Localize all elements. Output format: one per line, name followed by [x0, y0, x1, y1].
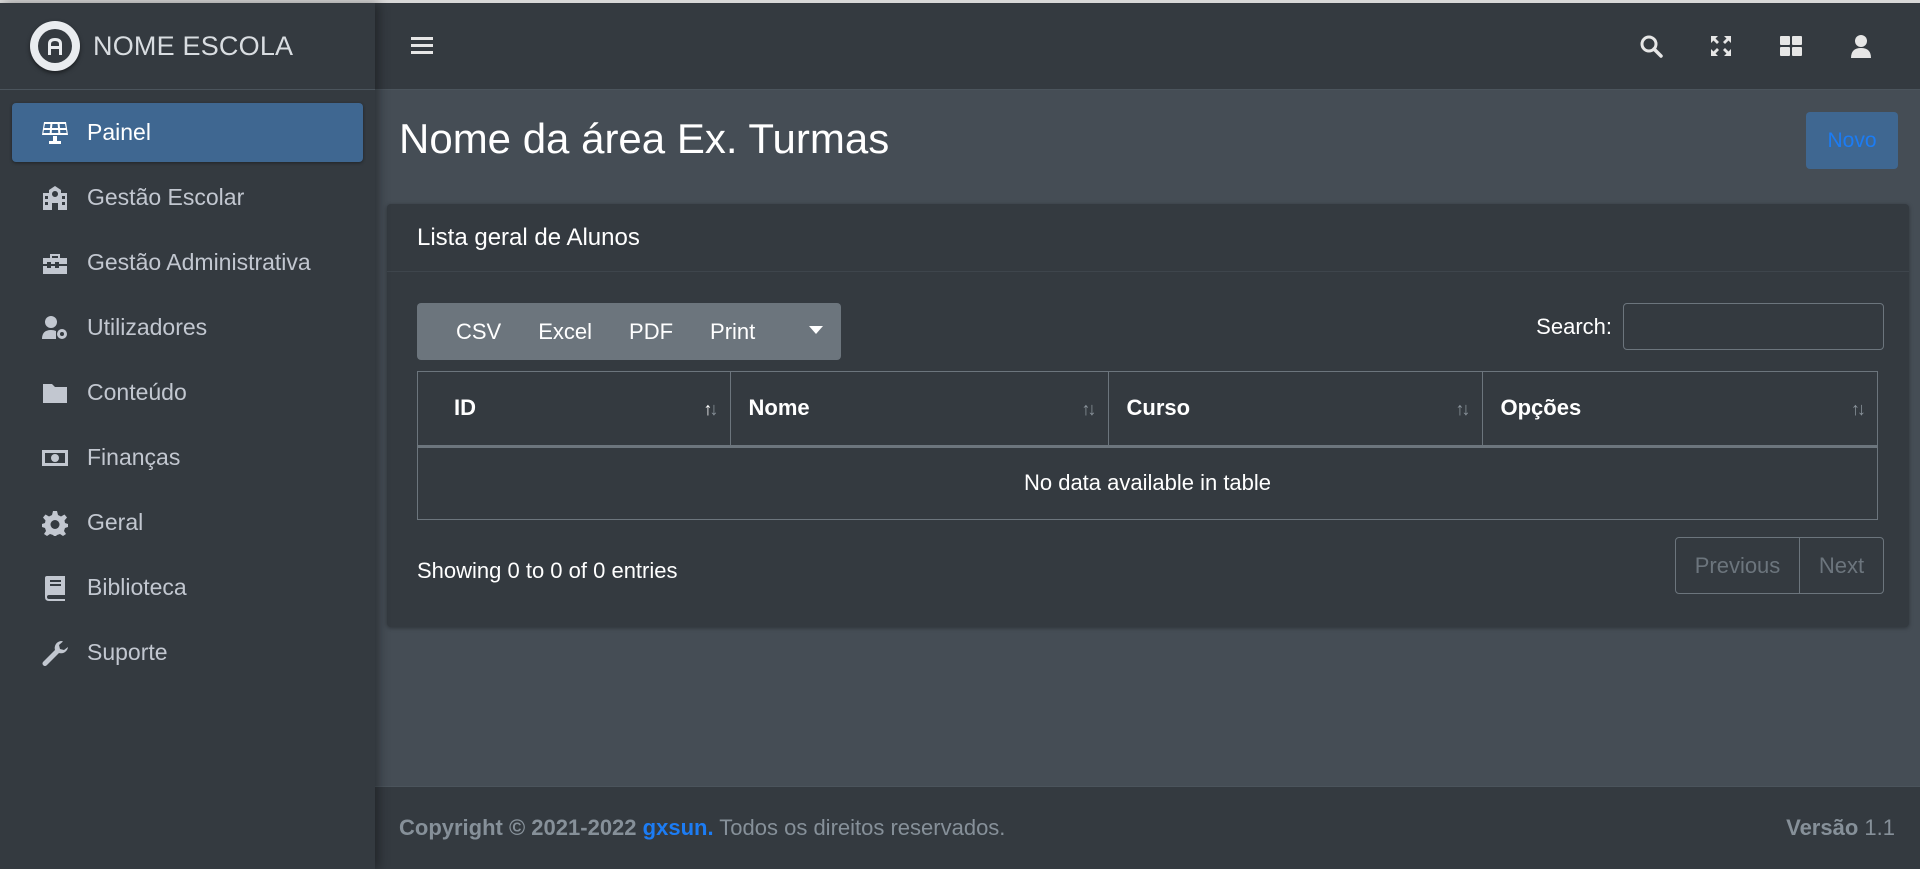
sidebar-item-gestao-escolar[interactable]: Gestão Escolar: [12, 168, 363, 227]
excel-button[interactable]: Excel: [538, 319, 592, 345]
sort-ascending-icon: ↑↓: [703, 399, 719, 419]
version-label: Versão: [1786, 815, 1859, 840]
gear-icon: [40, 510, 70, 536]
students-table: ID ↑↓ Nome ↑↓ Curso ↑↓ Opções ↑↓ No data…: [417, 371, 1878, 520]
column-header-nome[interactable]: Nome ↑↓: [730, 372, 1109, 448]
sidebar-item-conteudo[interactable]: Conteúdo: [12, 363, 363, 422]
fullscreen-icon[interactable]: [1686, 26, 1756, 66]
table-info: Showing 0 to 0 of 0 entries: [417, 558, 678, 583]
author-link[interactable]: gxsun.: [643, 815, 714, 840]
rights-text: Todos os direitos reservados.: [719, 815, 1006, 840]
grid-icon[interactable]: [1756, 26, 1826, 66]
column-label: Opções: [1500, 395, 1582, 421]
school-logo-icon: [30, 21, 80, 71]
sidebar-item-painel[interactable]: Painel: [12, 103, 363, 162]
empty-message: No data available in table: [1023, 470, 1272, 496]
card-title: Lista geral de Alunos: [387, 204, 1909, 272]
sidebar-item-label: Biblioteca: [87, 574, 187, 600]
solar-panel-icon: [40, 120, 70, 146]
sidebar-item-utilizadores[interactable]: Utilizadores: [12, 298, 363, 357]
pdf-button[interactable]: PDF: [629, 319, 673, 345]
sidebar-item-suporte[interactable]: Suporte: [12, 623, 363, 682]
csv-button[interactable]: CSV: [456, 319, 501, 345]
sort-icon: ↑↓: [1851, 399, 1866, 419]
sidebar-item-label: Conteúdo: [87, 379, 187, 405]
version-number: 1.1: [1864, 815, 1895, 840]
print-button[interactable]: Print: [710, 319, 755, 345]
book-icon: [40, 575, 70, 601]
sidebar: NOME ESCOLA Painel Gestão Escolar Gestão…: [0, 3, 375, 869]
export-button-group: CSV Excel PDF Print: [417, 303, 841, 360]
sidebar-item-label: Geral: [87, 509, 144, 535]
folder-icon: [40, 380, 70, 406]
column-header-curso[interactable]: Curso ↑↓: [1108, 372, 1483, 448]
sidebar-item-label: Gestão Administrativa: [87, 249, 311, 275]
sidebar-item-gestao-administrativa[interactable]: Gestão Administrativa: [12, 233, 363, 292]
table-row: No data available in table: [418, 446, 1877, 519]
sidebar-item-label: Finanças: [87, 444, 181, 470]
main-content: Nome da área Ex. Turmas Novo Lista geral…: [375, 90, 1920, 786]
brand[interactable]: NOME ESCOLA: [0, 3, 375, 90]
table-search: Search:: [1536, 303, 1884, 350]
sort-icon: ↑↓: [1455, 399, 1471, 419]
students-card: Lista geral de Alunos CSV Excel PDF Prin…: [387, 204, 1909, 627]
sidebar-item-label: Painel: [87, 119, 151, 145]
user-cog-icon: [40, 315, 70, 341]
brand-name: NOME ESCOLA: [93, 30, 294, 61]
column-label: Nome: [748, 395, 810, 421]
column-header-opcoes[interactable]: Opções ↑↓: [1482, 372, 1877, 448]
money-bill-icon: [40, 445, 70, 471]
search-label: Search:: [1536, 313, 1612, 339]
previous-button[interactable]: Previous: [1676, 538, 1800, 593]
top-navbar: [375, 3, 1920, 90]
wrench-icon: [40, 640, 70, 666]
copyright: Copyright © 2021-2022 gxsun. Todos os di…: [399, 815, 1005, 841]
toolbox-icon: [40, 250, 70, 276]
hamburger-menu-icon[interactable]: [410, 35, 436, 57]
sidebar-item-geral[interactable]: Geral: [12, 493, 363, 552]
sidebar-item-financas[interactable]: Finanças: [12, 428, 363, 487]
topbar-actions: [1616, 26, 1896, 66]
column-label: ID: [454, 395, 476, 421]
sidebar-item-biblioteca[interactable]: Biblioteca: [12, 558, 363, 617]
copyright-prefix: Copyright © 2021-2022: [399, 815, 637, 840]
column-header-id[interactable]: ID ↑↓: [418, 372, 731, 448]
footer: Copyright © 2021-2022 gxsun. Todos os di…: [375, 786, 1920, 869]
search-input[interactable]: [1623, 303, 1884, 350]
column-label: Curso: [1126, 395, 1191, 421]
caret-down-icon[interactable]: [809, 326, 823, 334]
search-icon[interactable]: [1616, 26, 1686, 66]
sidebar-item-label: Gestão Escolar: [87, 184, 245, 210]
pagination: Previous Next: [1675, 537, 1884, 594]
user-icon[interactable]: [1826, 26, 1896, 66]
sort-icon: ↑↓: [1081, 399, 1097, 419]
new-button[interactable]: Novo: [1806, 112, 1898, 169]
page-title: Nome da área Ex. Turmas: [399, 115, 890, 162]
sidebar-item-label: Suporte: [87, 639, 168, 665]
school-icon: [40, 185, 70, 211]
sidebar-item-label: Utilizadores: [87, 314, 208, 340]
sidebar-nav: Painel Gestão Escolar Gestão Administrat…: [0, 90, 375, 682]
next-button[interactable]: Next: [1800, 538, 1883, 593]
version: Versão 1.1: [1786, 815, 1895, 841]
